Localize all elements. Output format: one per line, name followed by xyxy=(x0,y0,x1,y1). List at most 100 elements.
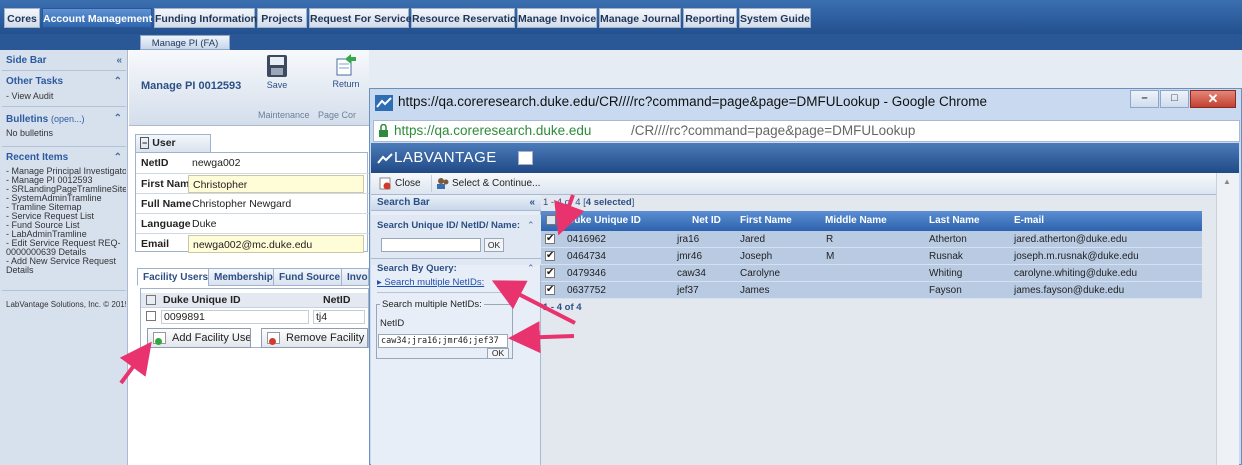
user-section-tab[interactable]: − User xyxy=(135,134,211,152)
collapse-box-icon[interactable]: − xyxy=(140,137,150,149)
recent-item[interactable]: - Service Request List xyxy=(6,212,126,221)
column-header[interactable]: Duke Unique ID xyxy=(163,294,241,306)
cell-unique-id: 0464734 xyxy=(567,251,606,262)
row-checkbox[interactable]: ✔ xyxy=(545,268,555,278)
window-title: https://qa.coreresearch.duke.edu/CR////r… xyxy=(398,94,988,109)
column-header-net-id[interactable]: Net ID xyxy=(692,215,721,226)
chevron-up-icon[interactable]: ⌃ xyxy=(527,220,535,231)
row-checkbox[interactable]: ✔ xyxy=(545,285,555,295)
bulletins-text: No bulletins xyxy=(6,129,54,138)
tab-facility-users[interactable]: Facility Users xyxy=(137,268,215,286)
divider xyxy=(371,258,541,259)
user-row-first-name: First Name Christopher xyxy=(136,173,369,194)
address-bar[interactable]: https://qa.coreresearch.duke.edu /CR////… xyxy=(373,120,1240,142)
column-header-middle-name[interactable]: Middle Name xyxy=(825,215,887,226)
cell-net-id: jef37 xyxy=(677,285,699,296)
chevron-up-icon[interactable]: ⌃ xyxy=(527,263,535,274)
tab-resource-reservation[interactable]: Resource Reservation xyxy=(411,8,523,28)
tab-invoice[interactable]: Invo xyxy=(341,268,369,286)
search-id-ok-button[interactable]: OK xyxy=(484,238,504,252)
recent-item[interactable]: - SRLandingPageTramlineSite xyxy=(6,185,126,194)
tab-projects[interactable]: Projects xyxy=(257,8,307,28)
recent-item[interactable]: - Fund Source List xyxy=(6,221,126,230)
chevron-up-icon[interactable]: ⌃ xyxy=(114,151,122,165)
minimize-button[interactable]: – xyxy=(1130,90,1159,108)
cell-unique-id: 0479346 xyxy=(567,268,606,279)
email-field[interactable]: newga002@mc.duke.edu xyxy=(188,235,364,253)
save-button[interactable]: Save xyxy=(262,54,292,90)
first-name-field[interactable]: Christopher xyxy=(188,175,364,193)
chevron-up-icon[interactable]: ⌃ xyxy=(114,75,122,89)
tab-funding-information[interactable]: Funding Information xyxy=(154,8,257,28)
page-control-group-label: Page Cor xyxy=(318,110,357,120)
tab-reporting[interactable]: Reporting xyxy=(683,8,737,28)
row-checkbox[interactable] xyxy=(146,311,156,321)
tab-system-guide[interactable]: System Guide xyxy=(739,8,811,28)
tab-cores[interactable]: Cores xyxy=(4,8,40,28)
collapse-icon[interactable]: « xyxy=(529,195,535,211)
row-checkbox[interactable]: ✔ xyxy=(545,251,555,261)
recent-item[interactable]: - Manage PI 0012593 xyxy=(6,176,126,185)
tab-account-management[interactable]: Account Management xyxy=(42,8,152,28)
table-row[interactable]: ✔ 0637752 jef37 James Fayson james.fayso… xyxy=(541,282,1202,299)
other-tasks-header[interactable]: Other Tasks ⌃ xyxy=(2,75,126,89)
new-window-icon[interactable] xyxy=(518,151,533,165)
netid-textarea[interactable]: caw34;jra16;jmr46;jef37 xyxy=(378,334,508,348)
language-label: Language xyxy=(141,218,191,230)
column-header-last-name[interactable]: Last Name xyxy=(929,215,980,226)
bulletins-open[interactable]: (open...) xyxy=(51,114,85,124)
tab-fund-source[interactable]: Fund Source xyxy=(273,268,347,286)
close-window-button[interactable]: ✕ xyxy=(1190,90,1236,108)
search-bar-title: Search Bar « xyxy=(371,195,541,211)
user-row-netid: NetID newga002 xyxy=(136,153,369,174)
brand-name: LABVANTAGE xyxy=(394,149,497,166)
select-all-checkbox[interactable] xyxy=(146,295,156,305)
select-all-checkbox[interactable] xyxy=(546,215,556,225)
labvantage-banner: LABVANTAGE xyxy=(371,143,1239,173)
subtab-manage-pi[interactable]: Manage PI (FA) xyxy=(140,35,230,50)
add-facility-user-button[interactable]: Add Facility User xyxy=(147,328,251,348)
search-query-title: Search By Query: xyxy=(377,263,457,274)
vertical-scrollbar[interactable]: ▲ xyxy=(1216,173,1239,465)
recent-item[interactable]: 0000000639 Details xyxy=(6,248,126,257)
netid-ok-button[interactable]: OK xyxy=(487,348,509,359)
collapse-icon[interactable]: « xyxy=(116,54,122,68)
tab-request-for-service[interactable]: Request For Service xyxy=(309,8,412,28)
return-button[interactable]: Return xyxy=(327,53,365,89)
tab-manage-invoice[interactable]: Manage Invoice xyxy=(517,8,597,28)
return-label: Return xyxy=(332,79,360,89)
divider xyxy=(2,146,126,147)
table-row[interactable]: ✔ 0416962 jra16 Jared R Atherton jared.a… xyxy=(541,231,1202,248)
tab-membership[interactable]: Membership xyxy=(208,268,279,286)
close-button[interactable]: Close xyxy=(377,175,421,192)
table-row[interactable]: ✔ 0479346 caw34 Carolyne Whiting carolyn… xyxy=(541,265,1202,282)
maximize-button[interactable]: □ xyxy=(1160,90,1189,108)
table-row[interactable]: ✔ 0464734 jmr46 Joseph M Rusnak joseph.m… xyxy=(541,248,1202,265)
column-header-unique-id[interactable]: Duke Unique ID xyxy=(567,215,641,226)
recent-item[interactable]: - Manage Principal Investigato xyxy=(6,167,126,176)
remove-facility-user-button[interactable]: Remove Facility U xyxy=(261,328,368,348)
recent-item[interactable]: - Edit Service Request REQ- xyxy=(6,239,126,248)
select-continue-button[interactable]: Select & Continue... xyxy=(431,175,540,192)
recent-items-header[interactable]: Recent Items ⌃ xyxy=(2,151,126,165)
recent-item[interactable]: - LabAdminTramline xyxy=(6,230,126,239)
recent-item[interactable]: - Add New Service Request xyxy=(6,257,126,266)
row-checkbox[interactable]: ✔ xyxy=(545,234,555,244)
column-header-first-name[interactable]: First Name xyxy=(740,215,792,226)
tab-manage-journal[interactable]: Manage Journal xyxy=(599,8,681,28)
sidebar-link-view-audit[interactable]: - View Audit xyxy=(6,92,126,101)
recent-item[interactable]: - Tramline Sitemap xyxy=(6,203,126,212)
search-id-input[interactable] xyxy=(381,238,481,252)
recent-item[interactable]: Details xyxy=(6,266,126,275)
search-bar-panel: Search Bar « Search Unique ID/ NetID/ Nam… xyxy=(371,195,541,465)
netid-value: newga002 xyxy=(192,157,241,169)
scroll-up-icon[interactable]: ▲ xyxy=(1223,177,1231,186)
recent-item[interactable]: - SystemAdminTramline xyxy=(6,194,126,203)
chevron-up-icon[interactable]: ⌃ xyxy=(114,112,122,126)
column-header-email[interactable]: E-mail xyxy=(1014,215,1044,226)
table-row[interactable]: 0099891 tj4 xyxy=(141,309,368,324)
user-row-language: Language Duke xyxy=(136,213,369,234)
bulletins-header[interactable]: Bulletins (open...) ⌃ xyxy=(2,112,126,126)
search-multiple-netids-link[interactable]: ▸ Search multiple NetIDs: xyxy=(377,277,484,288)
column-header[interactable]: NetID xyxy=(323,294,350,306)
